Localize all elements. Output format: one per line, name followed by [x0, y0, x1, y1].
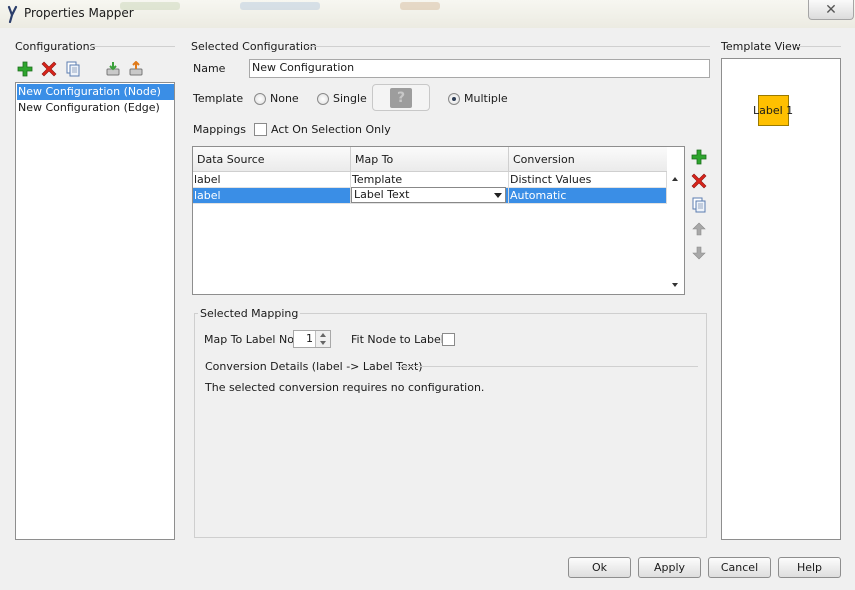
move-up-button[interactable]: [690, 220, 708, 238]
list-item[interactable]: New Configuration (Node): [17, 84, 174, 100]
window-title: Properties Mapper: [24, 6, 134, 20]
template-node-label: Label 1: [753, 104, 794, 117]
divider: [90, 46, 175, 47]
template-single-radio[interactable]: [317, 93, 329, 105]
scroll-down-icon[interactable]: [672, 283, 678, 287]
selected-configuration-title: Selected Configuration: [191, 40, 317, 53]
template-view-canvas[interactable]: [721, 58, 841, 540]
import-configuration-button[interactable]: [104, 60, 122, 78]
name-label: Name: [193, 62, 226, 75]
chevron-down-icon: [494, 193, 502, 198]
help-button[interactable]: Help: [778, 557, 841, 578]
template-none-label: None: [270, 92, 299, 105]
template-multiple-label: Multiple: [464, 92, 508, 105]
remove-configuration-button[interactable]: [40, 60, 58, 78]
template-multiple-radio[interactable]: [448, 93, 460, 105]
selected-mapping-title: Selected Mapping: [198, 307, 301, 320]
apply-button[interactable]: Apply: [638, 557, 701, 578]
cancel-button[interactable]: Cancel: [708, 557, 771, 578]
close-button[interactable]: ✕: [808, 0, 854, 20]
spinner-down-icon[interactable]: [320, 341, 326, 345]
act-on-selection-label: Act On Selection Only: [271, 123, 391, 136]
mappings-table[interactable]: Data Source Map To Conversion label Temp…: [192, 146, 685, 295]
spinner-buttons[interactable]: [315, 331, 330, 347]
copy-mapping-button[interactable]: [690, 196, 708, 214]
conversion-details-text: The selected conversion requires no conf…: [205, 381, 485, 394]
map-to-dropdown[interactable]: Label Text: [351, 187, 506, 203]
cell-map-to[interactable]: Template: [351, 172, 509, 188]
cell-conversion[interactable]: Automatic: [509, 188, 667, 204]
title-bar: Properties Mapper ✕: [0, 0, 855, 28]
ok-button[interactable]: Ok: [568, 557, 631, 578]
plus-icon: [691, 149, 707, 165]
scroll-up-icon[interactable]: [672, 177, 678, 181]
act-on-selection-checkbox[interactable]: [254, 123, 267, 136]
conversion-details-title: Conversion Details (label -> Label Text): [205, 360, 423, 373]
column-header-conversion[interactable]: Conversion: [509, 147, 667, 172]
name-field[interactable]: New Configuration: [249, 59, 710, 78]
mappings-label: Mappings: [193, 123, 246, 136]
column-header-data-source[interactable]: Data Source: [193, 147, 351, 172]
map-to-label-no-label: Map To Label No.: [204, 333, 298, 346]
template-preview-button[interactable]: ?: [372, 84, 430, 111]
copy-icon: [692, 197, 706, 213]
move-down-button[interactable]: [690, 244, 708, 262]
cell-conversion[interactable]: Distinct Values: [509, 172, 667, 188]
plus-icon: [17, 61, 33, 77]
table-scrollbar[interactable]: [668, 171, 684, 293]
divider: [306, 46, 710, 47]
fit-node-to-label-checkbox[interactable]: [442, 333, 455, 346]
import-icon: [106, 62, 120, 76]
column-header-map-to[interactable]: Map To: [351, 147, 509, 172]
configurations-title: Configurations: [15, 40, 96, 53]
spinner-up-icon[interactable]: [320, 333, 326, 337]
divider: [796, 46, 841, 47]
template-label: Template: [193, 92, 244, 105]
cell-data-source[interactable]: label: [193, 188, 351, 204]
export-icon: [129, 61, 143, 76]
x-icon: [691, 173, 707, 189]
selected-mapping-group: [194, 313, 707, 538]
arrow-up-icon: [692, 222, 706, 236]
template-single-label: Single: [333, 92, 367, 105]
background-window-artifact: [400, 2, 440, 10]
add-mapping-button[interactable]: [690, 148, 708, 166]
export-configuration-button[interactable]: [127, 60, 145, 78]
map-to-dropdown-value: Label Text: [354, 188, 410, 201]
remove-mapping-button[interactable]: [690, 172, 708, 190]
list-item[interactable]: New Configuration (Edge): [17, 100, 174, 116]
configurations-list[interactable]: New Configuration (Node) New Configurati…: [15, 82, 175, 540]
arrow-down-icon: [692, 246, 706, 260]
yed-app-icon: [7, 5, 18, 23]
map-to-label-no-spinner[interactable]: 1: [293, 330, 331, 348]
background-window-artifact: [240, 2, 320, 10]
add-configuration-button[interactable]: [16, 60, 34, 78]
divider: [398, 366, 698, 367]
copy-configuration-button[interactable]: [64, 60, 82, 78]
cell-data-source[interactable]: label: [193, 172, 351, 188]
template-none-radio[interactable]: [254, 93, 266, 105]
spinner-value: 1: [306, 332, 313, 345]
question-icon: ?: [390, 88, 412, 108]
fit-node-to-label-label: Fit Node to Label: [351, 333, 444, 346]
template-view-title: Template View: [721, 40, 801, 53]
x-icon: [41, 61, 57, 77]
copy-icon: [66, 61, 80, 77]
